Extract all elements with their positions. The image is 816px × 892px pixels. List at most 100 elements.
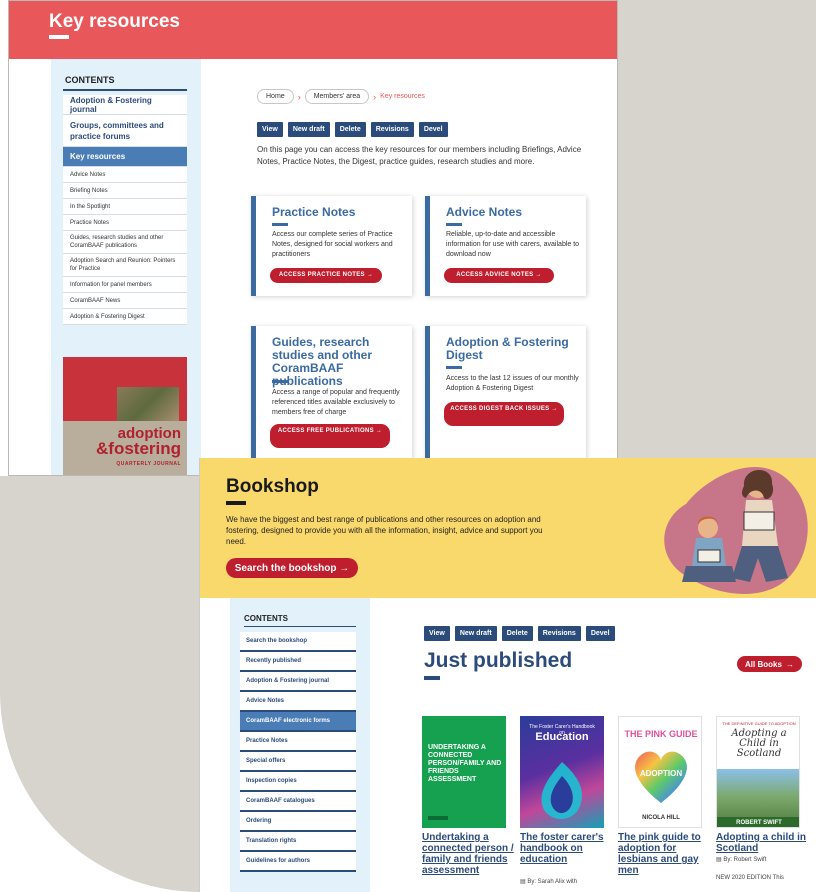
admin-tabs: View New draft Delete Revisions Devel xyxy=(257,122,448,137)
card-title: Practice Notes xyxy=(272,205,356,219)
card-title: Advice Notes xyxy=(446,205,523,219)
contents-list: Adoption & Fostering journal Groups, com… xyxy=(63,95,187,325)
background-strip xyxy=(0,0,8,476)
book-cover-sub: ADOPTION xyxy=(639,769,683,778)
card-title: Adoption & Fostering Digest xyxy=(446,335,569,362)
cover-photo xyxy=(717,769,799,817)
sidebar-item-practice-notes[interactable]: Practice Notes xyxy=(240,732,356,752)
journal-cover-image[interactable]: adoption &fostering QUARTERLY JOURNAL xyxy=(63,357,187,475)
sidebar-item-digest[interactable]: Adoption & Fostering Digest xyxy=(63,309,187,325)
sidebar-item-guides[interactable]: Guides, research studies and other Coram… xyxy=(63,231,187,254)
sidebar-item-news[interactable]: CoramBAAF News xyxy=(63,293,187,309)
tab-new-draft[interactable]: New draft xyxy=(454,626,497,641)
sidebar-item-search-bookshop[interactable]: Search the bookshop xyxy=(240,632,356,652)
sidebar-item-catalogues[interactable]: CoramBAAF catalogues xyxy=(240,792,356,812)
all-books-label: All Books xyxy=(745,659,782,669)
sidebar-item-recently-published[interactable]: Recently published xyxy=(240,652,356,672)
card-title: Guides, research studies and other Coram… xyxy=(272,335,373,388)
sidebar-item-practice-notes[interactable]: Practice Notes xyxy=(63,215,187,231)
admin-tabs: View New draft Delete Revisions Devel xyxy=(424,626,615,641)
contents-list: Search the bookshop Recently published A… xyxy=(240,632,356,872)
tab-delete[interactable]: Delete xyxy=(334,122,366,137)
book-title-connected-person[interactable]: Undertaking a connected person / family … xyxy=(422,832,518,876)
contents-rule xyxy=(244,626,356,627)
sidebar-item-electronic-forms[interactable]: CoramBAAF electronic forms xyxy=(240,712,356,732)
breadcrumb: Home › Members' area › Key resources xyxy=(257,89,425,104)
card-text: Access our complete series of Practice N… xyxy=(272,231,393,258)
book-cover-label: THE PINK GUIDE xyxy=(624,729,698,739)
tab-view[interactable]: View xyxy=(424,626,450,641)
card-digest: Adoption & Fostering Digest Access to th… xyxy=(425,326,586,475)
sidebar-item-inspection-copies[interactable]: Inspection copies xyxy=(240,772,356,792)
sidebar-item-groups[interactable]: Groups, committees and practice forums xyxy=(63,115,187,147)
title-underline xyxy=(424,676,440,680)
book-author: ▤ By: Robert Swift xyxy=(716,857,767,863)
search-bookshop-button[interactable]: Search the bookshop → xyxy=(226,558,358,578)
sidebar-item-advice-notes[interactable]: Advice Notes xyxy=(240,692,356,712)
breadcrumb-separator-icon: › xyxy=(373,91,377,102)
sidebar-item-guidelines-authors[interactable]: Guidelines for authors xyxy=(240,852,356,872)
tab-revisions[interactable]: Revisions xyxy=(537,626,581,641)
key-resources-header: Key resources xyxy=(9,1,617,59)
book-cover-top: THE DEFINITIVE GUIDE TO ADOPTION xyxy=(722,721,796,726)
breadcrumb-current: Key resources xyxy=(380,93,425,100)
book-cover-label: UNDERTAKING A CONNECTED PERSON/FAMILY AN… xyxy=(428,744,502,783)
card-text: Reliable, up-to-date and accessible info… xyxy=(446,231,580,258)
card-rule xyxy=(272,223,288,226)
access-advice-notes-button[interactable]: ACCESS ADVICE NOTES → xyxy=(444,268,554,283)
cover-decoration xyxy=(428,816,448,820)
card-rule xyxy=(446,223,462,226)
sidebar-item-briefing-notes[interactable]: Briefing Notes xyxy=(63,183,187,199)
card-practice-notes: Practice Notes Access our complete serie… xyxy=(251,196,412,296)
book-title-foster-carers-handbook[interactable]: The foster carer's handbook on education xyxy=(520,832,616,865)
sidebar-item-advice-notes[interactable]: Advice Notes xyxy=(63,167,187,183)
title-underline xyxy=(49,35,69,39)
cover-swirl xyxy=(541,762,583,819)
arrow-right-icon: → xyxy=(786,659,794,669)
tab-devel[interactable]: Devel xyxy=(418,122,448,137)
journal-photo xyxy=(117,387,179,421)
reading-people-illustration xyxy=(664,467,808,594)
access-practice-notes-button[interactable]: ACCESS PRACTICE NOTES → xyxy=(270,268,382,283)
sidebar-item-ordering[interactable]: Ordering xyxy=(240,812,356,832)
tab-revisions[interactable]: Revisions xyxy=(370,122,414,137)
book-cover-foster-carers-handbook[interactable]: The Foster Carer's Handbook on Education xyxy=(520,716,604,828)
sidebar-item-key-resources[interactable]: Key resources xyxy=(63,147,187,167)
tab-view[interactable]: View xyxy=(257,122,283,137)
book-cover-adopting-scotland[interactable]: THE DEFINITIVE GUIDE TO ADOPTION Adoptin… xyxy=(716,716,800,828)
access-free-publications-button[interactable]: ACCESS FREE PUBLICATIONS → xyxy=(270,424,390,448)
just-published-title: Just published xyxy=(424,649,573,672)
sidebar-item-panel-members[interactable]: Information for panel members xyxy=(63,277,187,293)
sidebar-item-search-reunion[interactable]: Adoption Search and Reunion: Pointers fo… xyxy=(63,254,187,277)
book-author: ▤ By: Sarah Alix with xyxy=(520,879,578,885)
sidebar-item-journal[interactable]: Adoption & Fostering journal xyxy=(240,672,356,692)
tab-new-draft[interactable]: New draft xyxy=(287,122,330,137)
key-resources-window: Key resources CONTENTS Adoption & Foster… xyxy=(8,0,618,476)
book-title-adopting-scotland[interactable]: Adopting a child in Scotland xyxy=(716,832,812,854)
sidebar-item-translation-rights[interactable]: Translation rights xyxy=(240,832,356,852)
card-rule xyxy=(272,380,288,383)
book-title-pink-guide[interactable]: The pink guide to adoption for lesbians … xyxy=(618,832,714,876)
tab-delete[interactable]: Delete xyxy=(501,626,533,641)
book-cover-connected-person[interactable]: UNDERTAKING A CONNECTED PERSON/FAMILY AN… xyxy=(422,716,506,828)
book-cover-pink-guide[interactable]: THE PINK GUIDE ADOPTION NICOLA HILL xyxy=(618,716,702,828)
book-cover-author: ROBERT SWIFT xyxy=(717,817,799,827)
book-cover-author: NICOLA HILL xyxy=(642,815,680,821)
book-edition: NEW 2020 EDITION This xyxy=(716,875,784,881)
card-text: Access to the last 12 issues of our mont… xyxy=(446,375,579,392)
contents-rule xyxy=(63,89,187,91)
bookshop-title: Bookshop xyxy=(226,476,319,497)
breadcrumb-separator-icon: › xyxy=(297,91,301,102)
contents-title: CONTENTS xyxy=(244,614,288,623)
book-cover-label: Education xyxy=(535,731,589,743)
tab-devel[interactable]: Devel xyxy=(585,626,615,641)
journal-word-fostering: &fostering xyxy=(96,439,181,458)
bookshop-description: We have the biggest and best range of pu… xyxy=(226,515,543,546)
all-books-button[interactable]: All Books → xyxy=(737,656,802,672)
access-digest-back-issues-button[interactable]: ACCESS DIGEST BACK ISSUES → xyxy=(444,402,564,426)
sidebar-item-spotlight[interactable]: In the Spotlight xyxy=(63,199,187,215)
breadcrumb-members-area[interactable]: Members' area xyxy=(304,89,370,104)
sidebar-item-journal[interactable]: Adoption & Fostering journal xyxy=(63,95,187,115)
breadcrumb-home[interactable]: Home xyxy=(257,89,294,104)
sidebar-item-special-offers[interactable]: Special offers xyxy=(240,752,356,772)
